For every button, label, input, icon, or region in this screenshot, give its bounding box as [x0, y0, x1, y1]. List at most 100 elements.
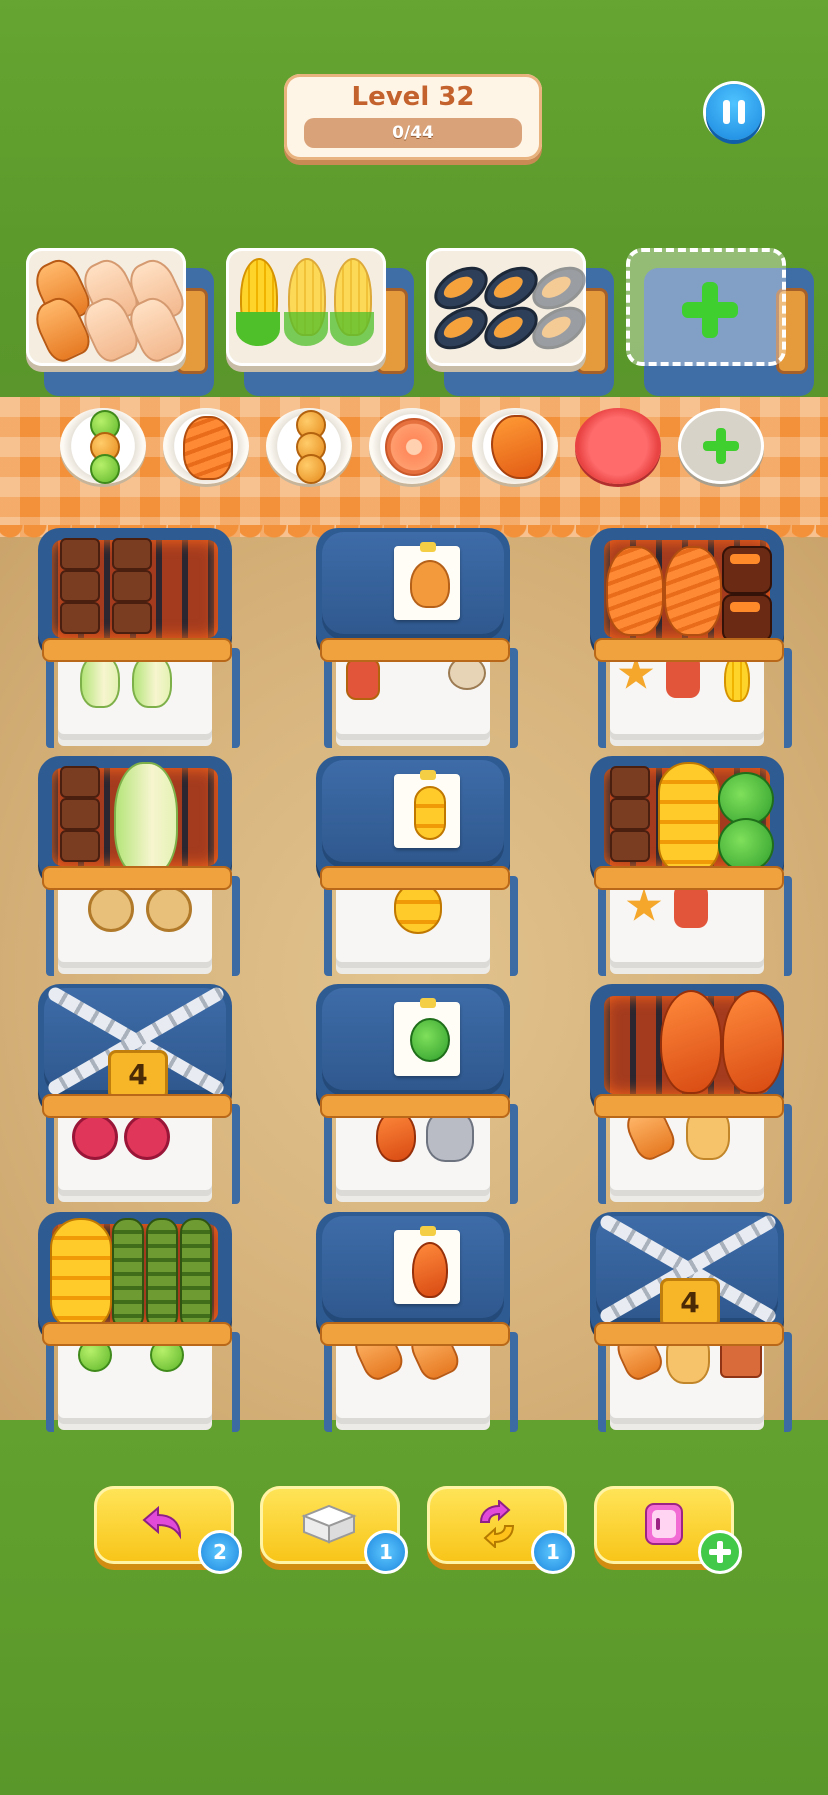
pause-icon — [723, 100, 730, 124]
lotus-root-icon — [88, 886, 134, 932]
level-title: Level 32 — [351, 82, 475, 112]
eel-sushi-icon — [722, 594, 772, 642]
level-panel: Level 32 0/44 — [284, 74, 542, 160]
pink-box-icon — [642, 1500, 686, 1548]
corn-leaf — [284, 312, 328, 346]
order-pin — [420, 1226, 436, 1236]
bacon-roll-icon — [346, 658, 380, 700]
grill-r3-c1-locked[interactable]: 4 — [30, 984, 240, 1214]
plate-shrimp[interactable] — [472, 408, 558, 484]
grill-grate — [50, 1218, 218, 1332]
lemon-slices-icon — [658, 762, 720, 876]
lock-count-badge: 4 — [660, 1278, 720, 1328]
grill-grate — [604, 990, 784, 1094]
grill-rim — [320, 866, 510, 890]
plate-salmon[interactable] — [369, 408, 455, 484]
grill-r1-c2[interactable] — [308, 528, 518, 758]
cabbage-icon — [114, 762, 178, 876]
eel-sushi-icon — [722, 546, 772, 594]
grill-rim — [42, 1322, 232, 1346]
grill-rim — [42, 866, 232, 890]
tray-bread — [26, 248, 190, 367]
starfish-icon — [626, 888, 662, 921]
grass-background-bottom — [0, 1420, 828, 1795]
plate-orange-balls[interactable] — [266, 408, 352, 484]
pause-icon-bar — [738, 100, 745, 124]
order-note-lemon-slices — [394, 770, 460, 848]
meat-skewer-icon — [608, 766, 650, 866]
salmon-steak-icon — [385, 418, 443, 476]
grill-r4-c3-locked[interactable]: 4 — [582, 1212, 792, 1442]
lobster-claw-icon — [722, 990, 784, 1094]
shrimp-icon — [491, 415, 543, 479]
corn-leaf — [236, 312, 280, 346]
shuffle-count-badge: 1 — [531, 1530, 575, 1574]
octopus-icon — [124, 1114, 170, 1160]
grill-rim — [320, 1322, 510, 1346]
plate-melon-balls[interactable] — [60, 408, 146, 484]
grill-r4-c2[interactable] — [308, 1212, 518, 1442]
meat-skewer-icon — [58, 766, 100, 866]
tray-slot-2[interactable] — [226, 248, 416, 398]
lotus-root-icon — [146, 886, 192, 932]
steak-icon — [183, 416, 233, 480]
add-booster-icon[interactable] — [698, 1530, 742, 1574]
tray-empty-add[interactable] — [626, 248, 786, 366]
okra-skewer-icon — [112, 1218, 144, 1330]
grill-grate — [52, 538, 218, 638]
grill-rim — [320, 1094, 510, 1118]
grill-grate — [52, 762, 218, 876]
box-count-badge: 1 — [364, 1530, 408, 1574]
lobster-claw-icon — [412, 1242, 448, 1298]
grill-lid — [322, 988, 504, 1096]
mussel-icon — [524, 297, 594, 359]
grill-rim — [320, 638, 510, 662]
takeout-box-icon — [300, 1502, 358, 1544]
cabbage-icon — [80, 654, 120, 708]
grill-grate — [604, 762, 774, 876]
plate-steak[interactable] — [163, 408, 249, 484]
meat-skewer-icon — [110, 538, 152, 638]
tray-slot-3[interactable] — [426, 248, 616, 398]
grill-r2-c3[interactable] — [582, 756, 792, 986]
grill-r3-c2[interactable] — [308, 984, 518, 1214]
box-booster-button[interactable]: 1 — [260, 1486, 408, 1574]
level-progress-bar: 0/44 — [304, 118, 522, 148]
plate-empty-red[interactable] — [575, 408, 661, 484]
grill-r1-c3[interactable] — [582, 528, 792, 758]
order-note-bok-choy — [394, 998, 460, 1076]
undo-booster-button[interactable]: 2 — [94, 1486, 242, 1574]
grill-r1-c1[interactable] — [30, 528, 240, 758]
steak-icon — [664, 546, 722, 636]
level-progress-text: 0/44 — [392, 123, 434, 143]
grill-r4-c1[interactable] — [30, 1212, 240, 1442]
plus-icon — [703, 428, 739, 464]
tray-slot-1[interactable] — [26, 248, 216, 398]
plus-icon — [682, 282, 738, 338]
melon-ball-icon — [90, 454, 120, 484]
shuffle-booster-button[interactable]: 1 — [427, 1486, 575, 1574]
grill-r2-c2[interactable] — [308, 756, 518, 986]
lock-count-badge: 4 — [108, 1050, 168, 1100]
okra-skewer-icon — [180, 1218, 212, 1330]
grill-rim — [594, 1322, 784, 1346]
order-pin — [420, 770, 436, 780]
plate-add-slot[interactable] — [678, 408, 764, 484]
grill-r2-c1[interactable] — [30, 756, 240, 986]
grill-rim — [594, 866, 784, 890]
orange-ball-icon — [296, 454, 326, 484]
grill-rim — [42, 638, 232, 662]
extra-slot-booster-button[interactable] — [594, 1486, 742, 1574]
bacon-roll-icon — [674, 884, 708, 928]
shuffle-icon — [473, 1498, 521, 1550]
meat-skewer-icon — [58, 538, 100, 638]
chicken-leg-icon — [410, 560, 450, 608]
tray-mussel — [426, 248, 594, 366]
grill-lid — [322, 760, 504, 868]
grill-r3-c3[interactable] — [582, 984, 792, 1214]
order-note-chicken-leg — [394, 542, 460, 620]
pause-button[interactable] — [706, 84, 762, 140]
tray-slot-4-add[interactable] — [626, 248, 816, 398]
bok-choy-icon — [718, 818, 774, 872]
grill-rim — [42, 1094, 232, 1118]
